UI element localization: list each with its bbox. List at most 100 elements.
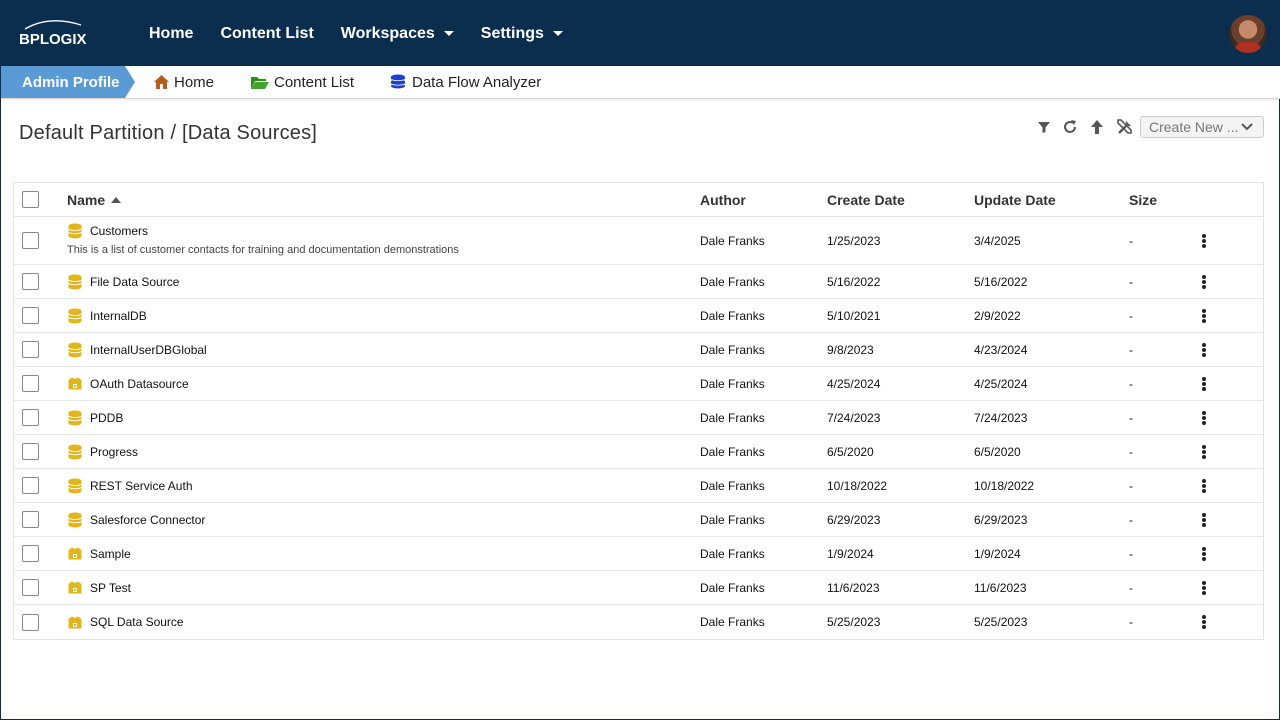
create-new-label: Create New ... bbox=[1149, 119, 1239, 135]
table-row[interactable]: InternalUserDBGlobal Dale Franks 9/8/2023 4… bbox=[14, 333, 1263, 367]
row-checkbox[interactable] bbox=[22, 409, 39, 426]
table-row[interactable]: Customers This is a list of customer cont… bbox=[14, 217, 1263, 265]
column-header-create-date[interactable]: Create Date bbox=[827, 183, 905, 216]
row-actions-menu-icon[interactable] bbox=[1198, 375, 1210, 393]
row-checkbox[interactable] bbox=[22, 579, 39, 596]
row-name-link[interactable]: InternalUserDBGlobal bbox=[90, 343, 207, 357]
row-actions-menu-icon[interactable] bbox=[1198, 307, 1210, 325]
table-row[interactable]: File Data Source Dale Franks 5/16/2022 5/16… bbox=[14, 265, 1263, 299]
row-actions-menu-icon[interactable] bbox=[1198, 511, 1210, 529]
admin-profile-tab[interactable]: Admin Profile bbox=[1, 66, 135, 98]
nav-home-label: Home bbox=[149, 24, 194, 42]
row-checkbox[interactable] bbox=[22, 307, 39, 324]
table-row[interactable]: SQL Data Source Dale Franks 5/25/2023 5/25/… bbox=[14, 605, 1263, 639]
row-actions-menu-icon[interactable] bbox=[1198, 545, 1210, 563]
nav-settings[interactable]: Settings bbox=[481, 25, 563, 43]
row-name-link[interactable]: Sample bbox=[90, 547, 131, 561]
filter-button[interactable] bbox=[1034, 117, 1054, 137]
row-checkbox[interactable] bbox=[22, 511, 39, 528]
table-row[interactable]: PDDB Dale Franks 7/24/2023 7/24/2023 - bbox=[14, 401, 1263, 435]
up-level-button[interactable] bbox=[1087, 117, 1107, 137]
table-row[interactable]: REST Service Auth Dale Franks 10/18/2022 10… bbox=[14, 469, 1263, 503]
table-row[interactable]: SP Test Dale Franks 11/6/2023 11/6/2023 - bbox=[14, 571, 1263, 605]
row-name-cell: File Data Source bbox=[67, 265, 179, 298]
subnav-data-flow-analyzer-label: Data Flow Analyzer bbox=[412, 73, 542, 91]
page-title: Default Partition / [Data Sources] bbox=[19, 122, 318, 144]
row-actions-menu-icon[interactable] bbox=[1198, 409, 1210, 427]
column-header-size[interactable]: Size bbox=[1129, 183, 1157, 216]
create-new-dropdown[interactable]: Create New ... bbox=[1140, 116, 1264, 138]
column-header-name[interactable]: Name bbox=[67, 183, 122, 216]
admin-profile-label: Admin Profile bbox=[22, 73, 120, 91]
subnav-home[interactable]: Home bbox=[153, 66, 214, 98]
row-checkbox[interactable] bbox=[22, 443, 39, 460]
row-name-cell: SQL Data Source bbox=[67, 605, 184, 639]
row-checkbox[interactable] bbox=[22, 545, 39, 562]
database-icon bbox=[67, 308, 83, 324]
database-icon bbox=[67, 478, 83, 494]
row-name-link[interactable]: SP Test bbox=[90, 581, 131, 595]
row-update-date: 11/6/2023 bbox=[974, 580, 1027, 595]
refresh-button[interactable] bbox=[1060, 117, 1080, 137]
row-size: - bbox=[1129, 444, 1133, 459]
user-avatar[interactable] bbox=[1229, 15, 1267, 53]
row-name-link[interactable]: File Data Source bbox=[90, 275, 179, 289]
subnav-content-list[interactable]: Content List bbox=[250, 66, 354, 98]
row-actions-menu-icon[interactable] bbox=[1198, 579, 1210, 597]
row-checkbox[interactable] bbox=[22, 375, 39, 392]
row-update-date: 7/24/2023 bbox=[974, 410, 1028, 425]
row-author: Dale Franks bbox=[700, 274, 765, 289]
row-checkbox[interactable] bbox=[22, 232, 39, 249]
table-row[interactable]: Salesforce Connector Dale Franks 6/29/2023… bbox=[14, 503, 1263, 537]
nav-content-list[interactable]: Content List bbox=[220, 25, 313, 43]
row-name-link[interactable]: Salesforce Connector bbox=[90, 513, 205, 527]
column-update-date-label: Update Date bbox=[974, 191, 1056, 208]
column-header-update-date[interactable]: Update Date bbox=[974, 183, 1056, 216]
caret-down-icon bbox=[443, 31, 454, 36]
nav-home[interactable]: Home bbox=[149, 25, 193, 43]
row-name-cell: Sample bbox=[67, 537, 131, 570]
column-name-label: Name bbox=[67, 191, 106, 208]
database-icon bbox=[67, 410, 83, 426]
folder-open-icon bbox=[251, 76, 269, 89]
subnav-data-flow-analyzer[interactable]: Data Flow Analyzer bbox=[390, 66, 541, 98]
row-name-link[interactable]: OAuth Datasource bbox=[90, 377, 189, 391]
tools-button[interactable] bbox=[1115, 117, 1135, 137]
table-header: Name Author Create Date Update Date Size bbox=[14, 183, 1263, 217]
row-create-date: 6/29/2023 bbox=[827, 512, 881, 527]
table-row[interactable]: OAuth Datasource Dale Franks 4/25/2024 4/25… bbox=[14, 367, 1263, 401]
row-actions-menu-icon[interactable] bbox=[1198, 273, 1210, 291]
table-row[interactable]: Progress Dale Franks 6/5/2020 6/5/2020 - bbox=[14, 435, 1263, 469]
row-actions-menu-icon[interactable] bbox=[1198, 443, 1210, 461]
row-checkbox[interactable] bbox=[22, 273, 39, 290]
row-name-cell: REST Service Auth bbox=[67, 469, 193, 502]
row-author: Dale Franks bbox=[700, 233, 765, 248]
row-checkbox[interactable] bbox=[22, 613, 39, 631]
row-actions-menu-icon[interactable] bbox=[1198, 341, 1210, 359]
row-actions-menu-icon[interactable] bbox=[1198, 232, 1210, 250]
table-row[interactable]: InternalDB Dale Franks 5/10/2021 2/9/2022 - bbox=[14, 299, 1263, 333]
row-author: Dale Franks bbox=[700, 580, 765, 595]
sort-ascending-icon bbox=[111, 196, 122, 203]
bplogix-logo[interactable]: BPLOGIX bbox=[19, 19, 109, 49]
row-name-link[interactable]: REST Service Auth bbox=[90, 479, 193, 493]
nav-content-list-label: Content List bbox=[220, 24, 314, 42]
column-header-author[interactable]: Author bbox=[700, 183, 746, 216]
row-create-date: 4/25/2024 bbox=[827, 376, 881, 391]
nav-workspaces[interactable]: Workspaces bbox=[341, 25, 454, 43]
row-actions-menu-icon[interactable] bbox=[1198, 477, 1210, 495]
row-size: - bbox=[1129, 274, 1133, 289]
column-size-label: Size bbox=[1129, 191, 1158, 208]
row-actions-menu-icon[interactable] bbox=[1198, 613, 1210, 631]
row-name-link[interactable]: SQL Data Source bbox=[90, 615, 184, 629]
row-name-link[interactable]: Progress bbox=[90, 445, 138, 459]
row-checkbox[interactable] bbox=[22, 341, 39, 358]
table-row[interactable]: Sample Dale Franks 1/9/2024 1/9/2024 - bbox=[14, 537, 1263, 571]
row-checkbox[interactable] bbox=[22, 477, 39, 494]
row-author: Dale Franks bbox=[700, 376, 765, 391]
row-name-link[interactable]: PDDB bbox=[90, 411, 123, 425]
select-all-checkbox[interactable] bbox=[22, 191, 39, 208]
data-sources-table: Name Author Create Date Update Date Size… bbox=[13, 182, 1264, 640]
row-name-link[interactable]: Customers bbox=[90, 224, 148, 238]
row-name-link[interactable]: InternalDB bbox=[90, 309, 147, 323]
